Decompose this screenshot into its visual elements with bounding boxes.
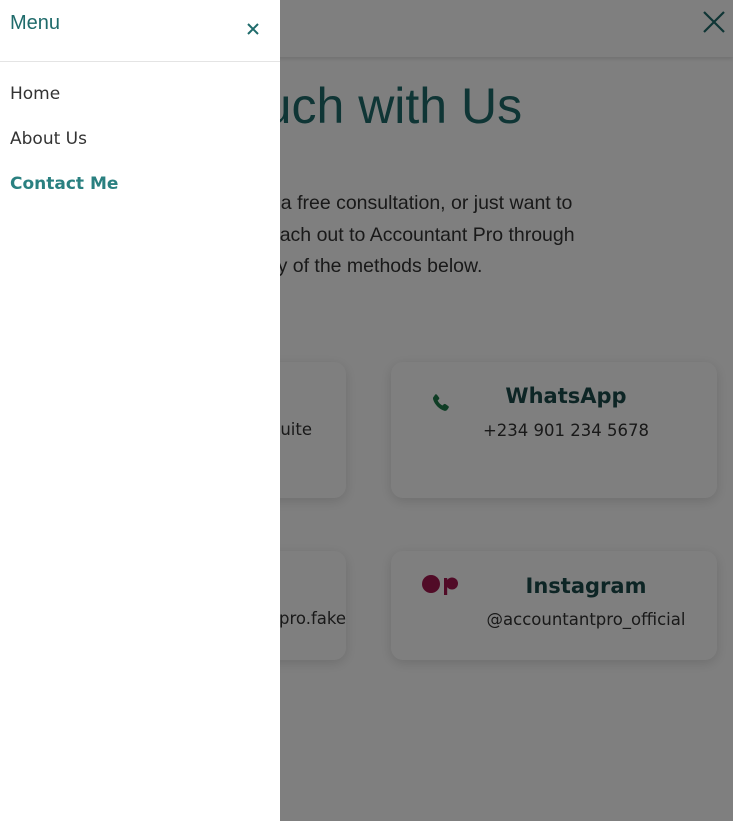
drawer-title: Menu (10, 12, 61, 34)
close-icon[interactable] (244, 20, 262, 38)
nav-item-about-us[interactable]: About Us (10, 129, 87, 149)
side-menu-drawer: Menu Home About Us Contact Me (0, 0, 280, 821)
nav-item-home[interactable]: Home (10, 84, 60, 104)
nav-item-contact-me[interactable]: Contact Me (10, 174, 118, 194)
drawer-header: Menu (0, 0, 280, 62)
